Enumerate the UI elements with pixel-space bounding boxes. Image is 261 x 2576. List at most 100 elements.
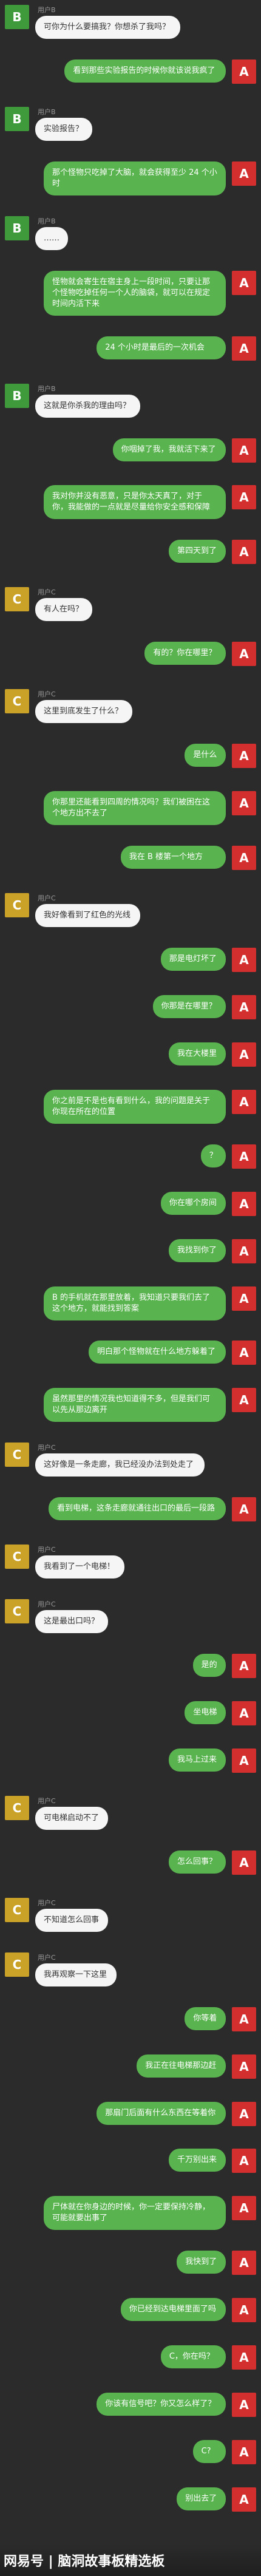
avatar[interactable]: A [232, 270, 256, 295]
sent-message-bubble: 明白那个怪物就在什么地方躲着了 [89, 1341, 226, 1364]
avatar[interactable]: A [232, 2251, 256, 2275]
avatar[interactable]: C [5, 1952, 29, 1977]
sent-message-bubble: B 的手机就在那里放着，我知道只要我们去了这个地方，就能找到答案 [44, 1286, 226, 1320]
message-row: C 用户C 不知道怎么回事 [0, 1897, 261, 1932]
avatar[interactable]: C [5, 1443, 29, 1467]
avatar[interactable]: A [232, 846, 256, 871]
avatar[interactable]: A [232, 2393, 256, 2418]
sent-message-bubble: 坐电梯 [185, 1701, 226, 1725]
sender-name: 用户B [38, 384, 56, 393]
sender-name: 用户C [38, 588, 56, 597]
avatar[interactable]: A [232, 947, 256, 972]
message-row: A C? [0, 2440, 261, 2467]
sent-message-bubble: 我对你并没有恶意，只是你太天真了，对于你，我能做的一点就是尽量给你安全感和保障 [44, 485, 226, 520]
received-message-bubble: 实验报告？ [35, 117, 92, 141]
sent-message-bubble: 那个怪物只吃掉了大脑，就会获得至少 24 个小时 [44, 161, 226, 195]
message-row: A 你在哪个房间 [0, 1191, 261, 1218]
sent-message-bubble: 有的？你在哪里？ [144, 642, 226, 665]
message-row: A 我对你并没有恶意，只是你太天真了，对于你，我能做的一点就是尽量给你安全感和保障 [0, 485, 261, 520]
avatar[interactable]: A [232, 1701, 256, 1726]
sent-message-bubble: 第四天到了 [169, 540, 226, 563]
avatar[interactable]: C [5, 1599, 29, 1624]
avatar[interactable]: A [232, 1850, 256, 1875]
received-message-bubble: 这里到底发生了什么？ [35, 700, 132, 724]
received-message-bubble: 不知道怎么回事 [35, 1908, 109, 1932]
sent-message-bubble: C? [192, 2440, 226, 2464]
avatar[interactable]: A [232, 2345, 256, 2370]
sent-message-bubble: 你咽掉了我，我就活下来了 [112, 438, 226, 461]
avatar[interactable]: A [232, 1089, 256, 1114]
avatar[interactable]: A [232, 438, 256, 463]
sender-name: 用户C [38, 1796, 56, 1805]
message-row: A 我马上过来 [0, 1748, 261, 1775]
avatar[interactable]: C [5, 689, 29, 714]
avatar[interactable]: A [232, 59, 256, 84]
message-row: A 那扇门后面有什么东西在等着你 [0, 2101, 261, 2129]
avatar[interactable]: B [5, 216, 29, 240]
message-row: A 明白那个怪物就在什么地方躲着了 [0, 1341, 261, 1367]
avatar[interactable]: A [232, 1191, 256, 1216]
message-row: A 怎么回事？ [0, 1850, 261, 1877]
message-row: A 你那是在哪里？ [0, 994, 261, 1022]
message-row: B 用户B 实验报告？ [0, 106, 261, 141]
message-row: A 坐电梯 [0, 1701, 261, 1728]
avatar[interactable]: A [232, 1654, 256, 1679]
avatar[interactable]: A [232, 994, 256, 1019]
received-message-bubble: 这好像是一条走廊，我已经没办法到处走了 [35, 1453, 205, 1477]
avatar[interactable]: C [5, 587, 29, 612]
avatar[interactable]: A [232, 1497, 256, 1522]
avatar[interactable]: B [5, 5, 29, 29]
avatar[interactable]: A [232, 791, 256, 816]
message-row: C 用户C 有人在吗？ [0, 587, 261, 622]
avatar[interactable]: A [232, 1341, 256, 1365]
avatar[interactable]: A [232, 161, 256, 186]
avatar[interactable]: A [232, 336, 256, 361]
avatar[interactable]: A [232, 642, 256, 667]
message-row: A 怪物就会寄生在宿主身上一段时间，只要让那个怪物吃掉任何一个人的脑袋，就可以在规… [0, 270, 261, 316]
avatar[interactable]: A [232, 2298, 256, 2323]
avatar[interactable]: A [232, 1239, 256, 1263]
avatar[interactable]: A [232, 2149, 256, 2173]
avatar[interactable]: A [232, 540, 256, 565]
sent-message-bubble: 是的 [192, 1654, 226, 1677]
avatar[interactable]: B [5, 383, 29, 408]
message-row: B 用户B 可你为什么要搞我？你想杀了我吗？ [0, 5, 261, 39]
received-message-bubble: …… [35, 226, 69, 250]
sent-message-bubble: 你已经到达电梯里面了吗 [120, 2298, 226, 2322]
received-message-bubble: 有人在吗？ [35, 598, 92, 622]
avatar[interactable]: A [232, 2007, 256, 2031]
avatar[interactable]: A [232, 1042, 256, 1067]
received-message-bubble: 我看到了一个电梯！ [35, 1555, 124, 1579]
avatar[interactable]: A [232, 2440, 256, 2465]
avatar[interactable]: A [232, 2101, 256, 2126]
avatar[interactable]: C [5, 1795, 29, 1820]
message-row: C 用户C 我再观察一下这里 [0, 1952, 261, 1986]
message-row: A 那个怪物只吃掉了大脑，就会获得至少 24 个小时 [0, 161, 261, 195]
sent-message-bubble: 看到那些实验报告的时候你就该说我疯了 [64, 59, 226, 83]
avatar[interactable]: C [5, 1545, 29, 1569]
received-message-bubble: 这是最出口吗？ [35, 1610, 109, 1634]
message-row: A 千万别出来 [0, 2149, 261, 2175]
message-row: A 我快到了 [0, 2251, 261, 2277]
sent-message-bubble: 尸体就在你身边的时候，你一定要保持冷静，可能就要出事了 [44, 2196, 226, 2231]
message-row: C 用户C 这是最出口吗？ [0, 1599, 261, 1634]
message-row: A 你等着 [0, 2007, 261, 2034]
avatar[interactable]: C [5, 892, 29, 917]
avatar[interactable]: A [232, 2487, 256, 2512]
avatar[interactable]: B [5, 106, 29, 131]
avatar[interactable]: A [232, 2054, 256, 2079]
avatar[interactable]: A [232, 744, 256, 769]
avatar[interactable]: A [232, 1144, 256, 1169]
sent-message-bubble: 千万别出来 [169, 2149, 226, 2172]
avatar[interactable]: A [232, 2196, 256, 2221]
avatar[interactable]: A [232, 1388, 256, 1413]
sent-message-bubble: C，你在吗？ [160, 2345, 226, 2369]
avatar[interactable]: A [232, 485, 256, 510]
avatar[interactable]: C [5, 1897, 29, 1922]
avatar[interactable]: A [232, 1748, 256, 1773]
message-row: A 你该有信号吧？你又怎么样了？ [0, 2393, 261, 2419]
message-row: A 那是电灯坏了 [0, 947, 261, 974]
sender-name: 用户C [38, 1898, 56, 1907]
message-row: A 有的？你在哪里？ [0, 642, 261, 668]
avatar[interactable]: A [232, 1286, 256, 1311]
